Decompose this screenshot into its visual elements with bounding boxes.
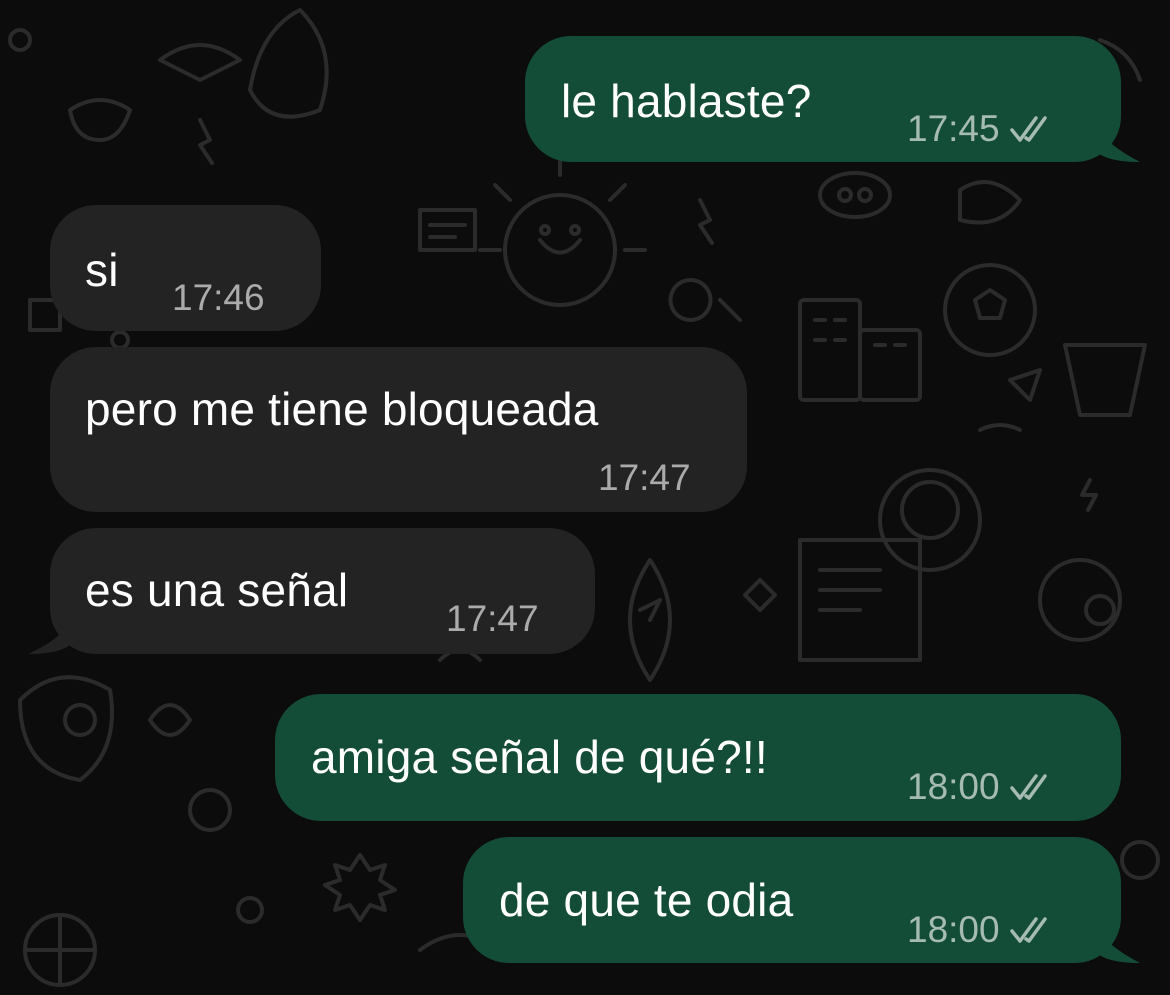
message-meta: 18:00 <box>907 909 1054 951</box>
double-check-icon <box>1009 774 1047 800</box>
message-time: 18:00 <box>907 909 1000 950</box>
message-text: de que te odia <box>499 874 794 926</box>
message-bubble-outgoing[interactable]: le hablaste? 17:45 <box>525 36 1121 162</box>
message-text: le hablaste? <box>561 75 812 127</box>
bubble-tail <box>1095 124 1140 162</box>
message-text: amiga señal de qué?!! <box>311 731 768 783</box>
message-meta: 18:00 <box>907 766 1054 808</box>
message-text: si <box>85 244 119 296</box>
message-time: 17:45 <box>907 108 1000 149</box>
message-bubble-incoming[interactable]: pero me tiene bloqueada 17:47 <box>50 347 747 512</box>
message-bubble-outgoing[interactable]: amiga señal de qué?!! 18:00 <box>275 694 1121 821</box>
message-time: 17:46 <box>172 277 265 318</box>
message-text: es una señal <box>85 564 349 616</box>
message-time: 17:47 <box>446 598 539 639</box>
message-meta: 17:45 <box>907 108 1054 150</box>
message-bubble-incoming[interactable]: es una señal 17:47 <box>50 528 595 654</box>
message-time: 18:00 <box>907 766 1000 807</box>
message-bubble-outgoing[interactable]: de que te odia 18:00 <box>463 837 1121 963</box>
bubble-tail <box>28 618 73 654</box>
bubble-tail <box>1095 925 1140 963</box>
message-text: pero me tiene bloqueada <box>85 383 599 435</box>
double-check-icon <box>1009 116 1047 142</box>
double-check-icon <box>1009 917 1047 943</box>
message-time: 17:47 <box>598 457 691 498</box>
message-bubble-incoming[interactable]: si 17:46 <box>50 205 321 331</box>
